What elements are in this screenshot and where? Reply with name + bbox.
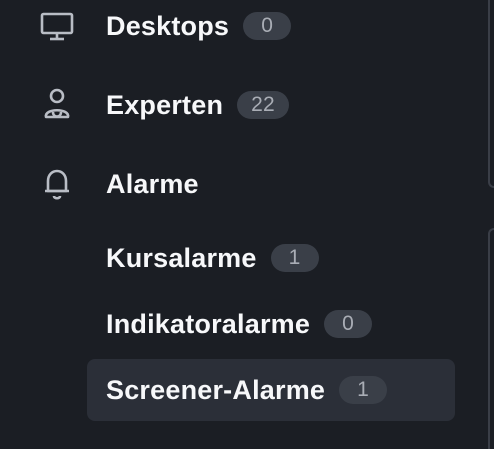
nav-subitem-indikatoralarme[interactable]: Indikatoralarme 0 bbox=[87, 293, 455, 355]
kursalarme-label: Kursalarme bbox=[106, 242, 257, 273]
screener-alarme-label: Screener-Alarme bbox=[106, 374, 326, 405]
desktops-label: Desktops bbox=[106, 10, 230, 41]
nav-subitem-label: Screener-Alarme 1 bbox=[106, 374, 388, 406]
nav-subitem-screener-alarme[interactable]: Screener-Alarme 1 bbox=[87, 359, 455, 421]
alarme-label: Alarme bbox=[106, 168, 199, 199]
experten-count-badge: 22 bbox=[237, 91, 289, 119]
nav-item-label: Desktops 0 bbox=[106, 10, 292, 42]
indikatoralarme-count-badge: 0 bbox=[324, 310, 373, 338]
desktops-count-badge: 0 bbox=[243, 12, 292, 40]
nav-item-label: Experten 22 bbox=[106, 90, 289, 121]
sidebar-nav: Desktops 0 Experten 22 Alarme Kursalarme… bbox=[0, 0, 486, 449]
panel-edge-top bbox=[488, 0, 494, 188]
experts-icon bbox=[40, 88, 74, 122]
panel-edge-bottom bbox=[488, 228, 494, 449]
experten-label: Experten bbox=[106, 89, 224, 120]
nav-subitem-label: Indikatoralarme 0 bbox=[106, 308, 373, 340]
screener-alarme-count-badge: 1 bbox=[339, 376, 388, 404]
kursalarme-count-badge: 1 bbox=[270, 244, 319, 272]
indikatoralarme-label: Indikatoralarme bbox=[106, 308, 311, 339]
nav-item-desktops[interactable]: Desktops 0 bbox=[0, 0, 486, 54]
nav-item-experten[interactable]: Experten 22 bbox=[0, 77, 486, 133]
nav-subitem-kursalarme[interactable]: Kursalarme 1 bbox=[87, 227, 455, 289]
monitor-icon bbox=[40, 9, 74, 43]
bell-icon bbox=[40, 167, 74, 201]
nav-item-label: Alarme bbox=[106, 169, 199, 200]
nav-subitem-label: Kursalarme 1 bbox=[106, 243, 319, 274]
nav-item-alarme[interactable]: Alarme bbox=[0, 156, 486, 212]
panel-edge bbox=[486, 0, 494, 449]
